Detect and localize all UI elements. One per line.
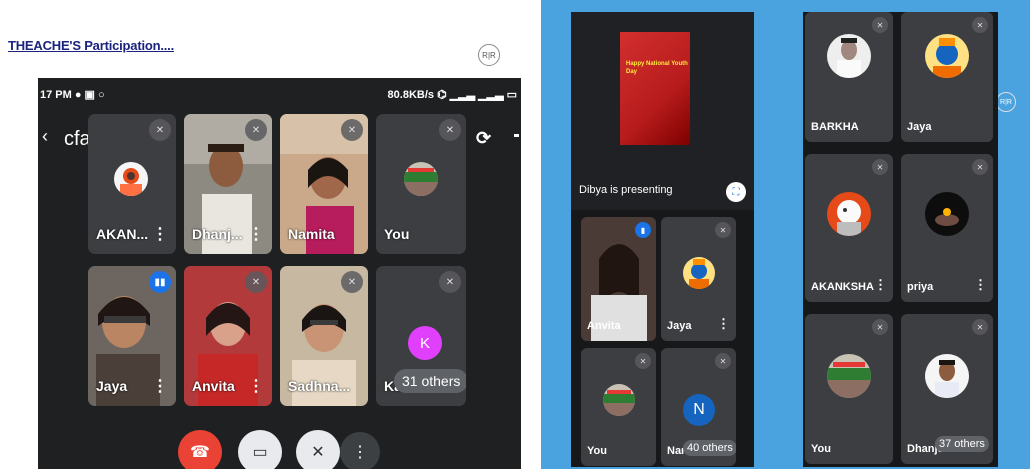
participant-tile[interactable]: ✕ AKAN... ⋮ [88, 114, 176, 254]
more-options-icon[interactable]: ⋮ [874, 277, 887, 293]
participant-tile[interactable]: ✕ You [376, 114, 466, 254]
more-options-icon[interactable]: ⋮ [152, 224, 168, 244]
participant-name: Jaya [907, 121, 932, 133]
avatar [603, 384, 635, 416]
avatar [827, 34, 871, 78]
avatar [925, 354, 969, 398]
mic-toggle-button[interactable]: ✕ [296, 430, 340, 469]
participant-name: You [587, 445, 607, 457]
mic-muted-icon: ✕ [439, 271, 461, 293]
mic-muted-icon: ✕ [149, 119, 171, 141]
edge-indicator [514, 134, 519, 137]
others-count-badge[interactable]: 40 others [683, 440, 736, 456]
avatar [404, 162, 438, 196]
document-title: THEACHE'S Participation.... [8, 38, 174, 53]
participant-tile[interactable]: ✕ Jaya [901, 12, 993, 142]
more-options-icon[interactable]: ⋮ [152, 376, 168, 396]
slide-text: Happy National Youth Day [626, 61, 688, 75]
watermark-badge: R|R [996, 92, 1016, 112]
participant-tile[interactable]: ✕ Sadhna... [280, 266, 368, 406]
mic-muted-icon: ✕ [715, 353, 731, 369]
participant-tile[interactable]: K ✕ Ka 31 others [376, 266, 466, 406]
mic-muted-icon: ✕ [872, 159, 888, 175]
mic-muted-icon: ✕ [635, 353, 651, 369]
participant-tile[interactable]: ✕ AKANKSHA ⋮ [805, 154, 893, 302]
mic-muted-icon: ✕ [872, 17, 888, 33]
participant-name: Dhanj... [192, 226, 243, 242]
participant-name: AKANKSHA [811, 281, 874, 293]
avatar [925, 192, 969, 236]
mic-muted-icon: ✕ [972, 319, 988, 335]
mic-muted-icon: ✕ [972, 17, 988, 33]
participant-name: BARKHA [811, 121, 859, 133]
presenting-label: Dibya is presenting [579, 184, 673, 196]
mic-muted-icon: ✕ [972, 159, 988, 175]
back-icon[interactable]: ‹ [42, 126, 48, 147]
more-options-button[interactable]: ⋮ [340, 432, 380, 469]
avatar: N [683, 394, 715, 426]
left-panel: THEACHE'S Participation.... R|R 17 PM ● … [0, 0, 535, 469]
participant-name: Namita [288, 226, 335, 242]
others-count-badge[interactable]: 31 others [394, 369, 466, 393]
mic-muted-icon: ✕ [245, 119, 267, 141]
camera-off-button[interactable]: ▭ [238, 430, 282, 469]
participant-tile[interactable]: ▮ Anvita [581, 217, 656, 341]
participant-tile[interactable]: ✕ Dhanj... ⋮ [184, 114, 272, 254]
mic-muted-icon: ✕ [715, 222, 731, 238]
participant-name: You [811, 443, 831, 455]
avatar [827, 192, 871, 236]
meet-call-screen: 17 PM ● ▣ ○ 80.8KB/s ⌬ ▁▂▃ ▁▂▃ ▭ ‹ cfa-b… [38, 78, 521, 469]
watermark-badge: R|R [478, 44, 500, 66]
screenshot-collage: THEACHE'S Participation.... R|R 17 PM ● … [0, 0, 1030, 469]
meet-screen-presenting: Happy National Youth Day Dibya is presen… [571, 12, 754, 467]
mic-muted-icon: ✕ [439, 119, 461, 141]
right-panel: Happy National Youth Day Dibya is presen… [541, 0, 1030, 469]
avatar [925, 34, 969, 78]
participant-name: AKAN... [96, 226, 149, 242]
status-network: 80.8KB/s ⌬ ▁▂▃ ▁▂▃ ▭ [387, 89, 517, 101]
switch-camera-icon[interactable]: ⟳ [476, 128, 491, 149]
more-options-icon[interactable]: ⋮ [248, 224, 264, 244]
meet-screen-grid: ✕ BARKHA ✕ Jaya ✕ AKANKSHA ⋮ ✕ priya ⋮ ✕… [803, 12, 998, 467]
end-call-button[interactable]: ☎ [178, 430, 222, 469]
mic-active-icon: ▮▮ [149, 271, 171, 293]
more-options-icon[interactable]: ⋮ [717, 316, 730, 332]
others-count-badge[interactable]: 37 others [935, 436, 989, 452]
participant-tile[interactable]: ✕ Jaya ⋮ [661, 217, 736, 341]
participant-tile[interactable]: ▮▮ Jaya ⋮ [88, 266, 176, 406]
participant-name: priya [907, 281, 934, 293]
participant-name: Sadhna... [288, 378, 351, 394]
participant-name: Anvita [587, 320, 621, 332]
avatar [683, 257, 715, 289]
participant-tile[interactable]: ✕ You [805, 314, 893, 464]
mic-muted-icon: ✕ [872, 319, 888, 335]
status-bar: 17 PM ● ▣ ○ 80.8KB/s ⌬ ▁▂▃ ▁▂▃ ▭ [38, 86, 521, 104]
mic-muted-icon: ✕ [341, 119, 363, 141]
mic-muted-icon: ✕ [245, 271, 267, 293]
presentation-slide: Happy National Youth Day [620, 32, 690, 145]
fullscreen-icon[interactable]: ⛶ [726, 182, 746, 202]
presentation-tile[interactable]: Happy National Youth Day Dibya is presen… [571, 12, 754, 210]
avatar [114, 162, 148, 196]
more-options-icon[interactable]: ⋮ [974, 277, 987, 293]
avatar: K [408, 326, 442, 360]
participant-name: Jaya [96, 378, 128, 394]
mic-muted-icon: ✕ [341, 271, 363, 293]
participant-tile[interactable]: N ✕ Nar 40 others [661, 348, 736, 466]
participant-name: You [384, 226, 410, 242]
participant-name: Anvita [192, 378, 235, 394]
mic-active-icon: ▮ [635, 222, 651, 238]
participant-tile[interactable]: ✕ Namita [280, 114, 368, 254]
more-options-icon[interactable]: ⋮ [248, 376, 264, 396]
participant-tile[interactable]: ✕ BARKHA [805, 12, 893, 142]
status-time: 17 PM ● ▣ ○ [40, 89, 105, 101]
participant-tile[interactable]: ✕ Dhanje 37 others [901, 314, 993, 464]
avatar [827, 354, 871, 398]
participant-tile[interactable]: ✕ priya ⋮ [901, 154, 993, 302]
participant-tile[interactable]: ✕ Anvita ⋮ [184, 266, 272, 406]
participant-name: Jaya [667, 320, 692, 332]
participant-tile[interactable]: ✕ You [581, 348, 656, 466]
